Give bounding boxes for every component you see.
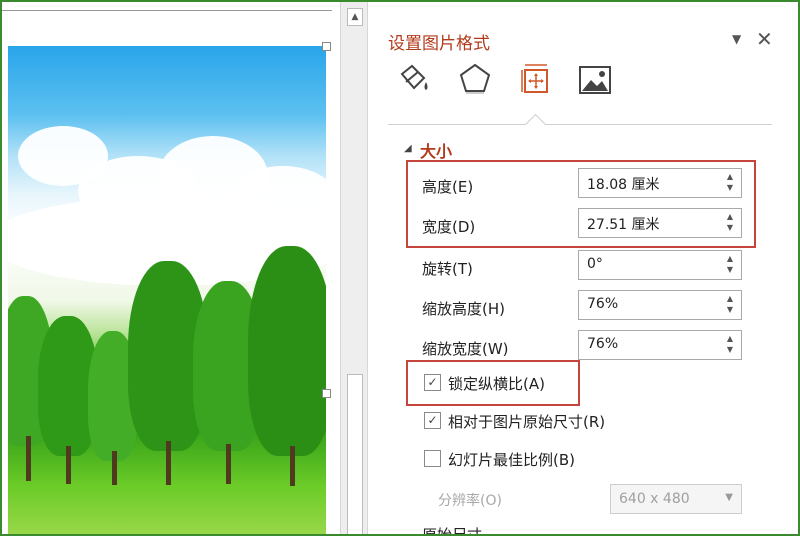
collapse-triangle-icon[interactable]: ◢ xyxy=(404,143,412,154)
scale-height-input[interactable]: 76% ▲ ▼ xyxy=(578,290,742,320)
width-spinner[interactable]: ▲ ▼ xyxy=(725,211,735,235)
pane-options-icon[interactable]: ▼ xyxy=(732,32,741,46)
scale-width-value: 76% xyxy=(587,336,619,352)
vertical-scrollbar[interactable]: ▲ xyxy=(340,2,368,534)
tree-trunk xyxy=(166,441,171,485)
resize-handle-right[interactable] xyxy=(322,389,331,398)
close-icon[interactable]: ✕ xyxy=(756,27,773,51)
paint-bucket-icon[interactable] xyxy=(394,60,432,98)
resolution-label: 分辨率(O) xyxy=(438,493,502,509)
best-scale-label[interactable]: 幻灯片最佳比例(B) xyxy=(448,449,575,470)
chevron-down-icon: ▼ xyxy=(725,492,733,503)
resolution-select: 640 x 480 ▼ xyxy=(610,484,742,514)
tree-trunk xyxy=(112,451,117,485)
tree-trunk xyxy=(66,446,71,484)
scroll-up-button[interactable]: ▲ xyxy=(347,8,363,26)
format-picture-pane: 设置图片格式 ▼ ✕ ◢ 大小 高度(E) 18.08 厘米 ▲ ▼ 宽度(D)… xyxy=(368,2,798,534)
scale-height-spinner[interactable]: ▲ ▼ xyxy=(725,293,735,317)
relative-original-label[interactable]: 相对于图片原始尺寸(R) xyxy=(448,411,605,432)
relative-original-checkbox[interactable]: ✓ xyxy=(424,412,441,429)
tree xyxy=(248,246,326,456)
original-size-label: 原始尺寸 xyxy=(422,526,483,536)
size-section-title[interactable]: 大小 xyxy=(420,138,452,162)
rotation-input[interactable]: 0° ▲ ▼ xyxy=(578,250,742,280)
selected-picture[interactable] xyxy=(8,46,326,534)
resolution-value: 640 x 480 xyxy=(619,491,690,507)
scroll-thumb[interactable] xyxy=(347,374,363,534)
tree-trunk xyxy=(26,436,31,481)
slide-canvas xyxy=(2,2,340,534)
height-label: 高度(E) xyxy=(422,178,474,196)
height-input[interactable]: 18.08 厘米 ▲ ▼ xyxy=(578,168,742,198)
rotation-spinner[interactable]: ▲ ▼ xyxy=(725,253,735,277)
rotation-value: 0° xyxy=(587,256,603,272)
tree-trunk xyxy=(290,446,295,486)
pane-title: 设置图片格式 xyxy=(388,34,490,54)
active-tab-indicator xyxy=(524,113,547,136)
scale-width-label: 缩放宽度(W) xyxy=(422,340,509,358)
height-value: 18.08 厘米 xyxy=(587,177,660,193)
height-spinner[interactable]: ▲ ▼ xyxy=(725,171,735,195)
width-value: 27.51 厘米 xyxy=(587,217,660,233)
scale-width-spinner[interactable]: ▲ ▼ xyxy=(725,333,735,357)
slide-edge xyxy=(2,10,332,41)
size-position-icon[interactable] xyxy=(516,60,554,98)
window-frame: ▲ 设置图片格式 ▼ ✕ ◢ 大小 高度(E) 18.08 厘米 ▲ ▼ 宽度(… xyxy=(0,0,800,536)
tab-divider xyxy=(388,124,772,125)
scale-height-label: 缩放高度(H) xyxy=(422,300,505,318)
resize-handle-top-right[interactable] xyxy=(322,42,331,51)
pentagon-icon[interactable] xyxy=(456,60,494,98)
tree-trunk xyxy=(226,444,231,484)
picture-icon[interactable] xyxy=(576,60,614,98)
best-scale-checkbox[interactable] xyxy=(424,450,441,467)
width-input[interactable]: 27.51 厘米 ▲ ▼ xyxy=(578,208,742,238)
rotation-label: 旋转(T) xyxy=(422,260,473,278)
scale-height-value: 76% xyxy=(587,296,619,312)
lock-aspect-label[interactable]: 锁定纵横比(A) xyxy=(448,373,545,394)
scale-width-input[interactable]: 76% ▲ ▼ xyxy=(578,330,742,360)
width-label: 宽度(D) xyxy=(422,218,476,236)
lock-aspect-checkbox[interactable]: ✓ xyxy=(424,374,441,391)
